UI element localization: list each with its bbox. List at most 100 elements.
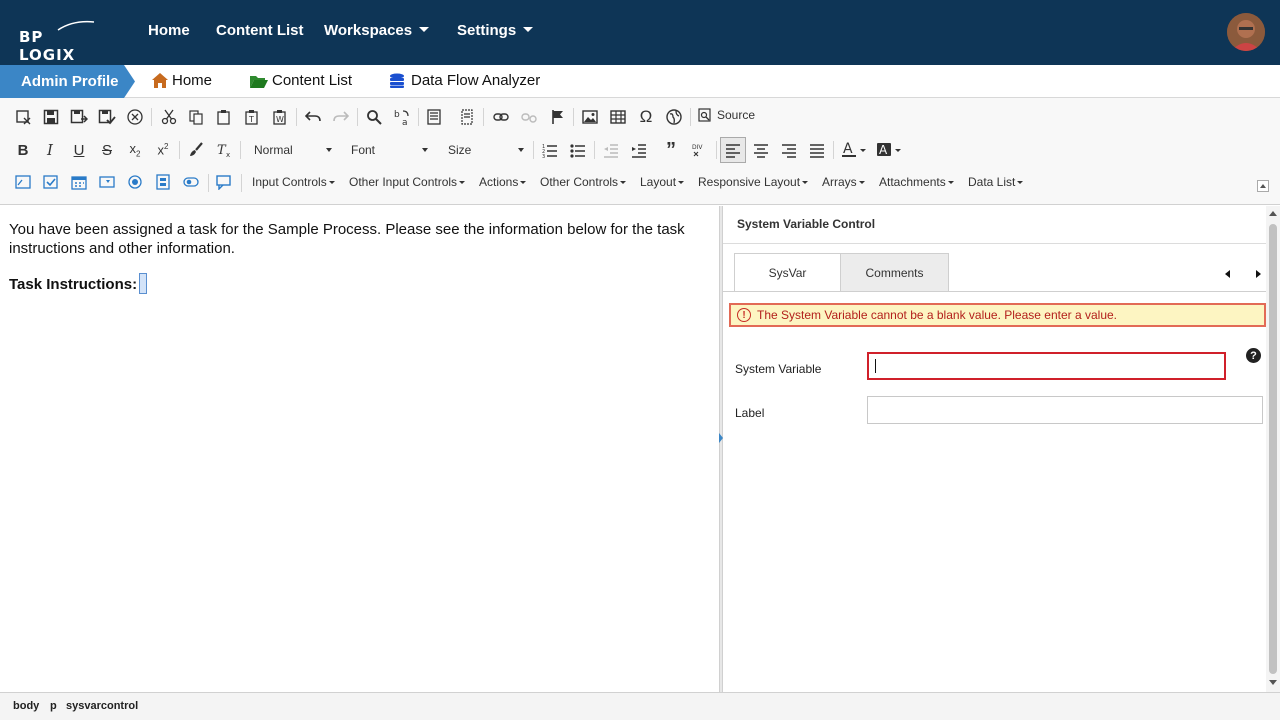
nav-workspaces[interactable]: Workspaces bbox=[324, 22, 430, 39]
save-check-button[interactable] bbox=[96, 106, 118, 128]
menu-actions[interactable]: Actions bbox=[479, 175, 527, 189]
menu-input-controls[interactable]: Input Controls bbox=[252, 175, 335, 189]
menu-data-list[interactable]: Data List bbox=[968, 175, 1024, 189]
paste-text-button[interactable]: T bbox=[241, 106, 263, 128]
size-select[interactable]: Size bbox=[448, 139, 524, 161]
tab-prev-icon[interactable] bbox=[1225, 270, 1230, 278]
paste-word-button[interactable]: W bbox=[269, 106, 291, 128]
background-color-button[interactable]: A bbox=[875, 139, 903, 161]
help-icon[interactable]: ? bbox=[1246, 348, 1261, 363]
new-page-button[interactable] bbox=[12, 106, 34, 128]
numbered-list-button[interactable]: 123 bbox=[539, 139, 561, 161]
subscript-button[interactable]: x2 bbox=[124, 139, 146, 161]
nav-settings[interactable]: Settings bbox=[457, 22, 534, 39]
save-icon bbox=[43, 109, 59, 125]
format-select[interactable]: Normal bbox=[254, 139, 332, 161]
path-item-sysvarcontrol[interactable]: sysvarcontrol bbox=[66, 700, 138, 712]
close-circle-icon bbox=[127, 109, 143, 125]
breadcrumb-data-flow-analyzer[interactable]: Data Flow Analyzer bbox=[389, 72, 540, 89]
tab-comments[interactable]: Comments bbox=[840, 253, 949, 291]
blockquote-button[interactable]: ” bbox=[660, 139, 682, 161]
scrollbar-thumb[interactable] bbox=[1269, 224, 1277, 674]
save-as-button[interactable] bbox=[68, 106, 90, 128]
checkbox-control-icon[interactable] bbox=[43, 174, 59, 190]
align-left-button[interactable] bbox=[720, 137, 746, 163]
special-char-button[interactable]: Ω bbox=[635, 106, 657, 128]
textbox-control-icon[interactable] bbox=[15, 174, 31, 190]
collapse-toolbar-button[interactable] bbox=[1257, 180, 1269, 192]
breadcrumb-admin-profile[interactable]: Admin Profile bbox=[0, 65, 135, 98]
menu-layout[interactable]: Layout bbox=[640, 175, 685, 189]
underline-button[interactable]: U bbox=[68, 139, 90, 161]
align-right-button[interactable] bbox=[778, 139, 800, 161]
sysvar-control-placeholder[interactable] bbox=[139, 273, 148, 294]
toolbar-separator bbox=[179, 141, 180, 159]
outdent-button[interactable] bbox=[600, 139, 622, 161]
calendar-control-icon[interactable] bbox=[71, 174, 87, 190]
editor-content-area[interactable]: You have been assigned a task for the Sa… bbox=[0, 206, 719, 692]
menu-responsive-layout[interactable]: Responsive Layout bbox=[698, 175, 809, 189]
strikethrough-button[interactable]: S bbox=[96, 139, 118, 161]
scroll-up-icon[interactable] bbox=[1269, 211, 1277, 216]
iframe-button[interactable] bbox=[663, 106, 685, 128]
breadcrumb-home[interactable]: Home bbox=[152, 72, 212, 89]
menu-arrays-label: Arrays bbox=[822, 175, 857, 189]
undo-button[interactable] bbox=[302, 106, 324, 128]
comment-control-icon[interactable] bbox=[215, 174, 231, 190]
find-button[interactable] bbox=[363, 106, 385, 128]
justify-button[interactable] bbox=[806, 139, 828, 161]
label-input[interactable] bbox=[867, 396, 1263, 424]
tab-sysvar[interactable]: SysVar bbox=[734, 253, 841, 291]
tab-next-icon[interactable] bbox=[1256, 270, 1261, 278]
copy-button[interactable] bbox=[185, 106, 207, 128]
italic-icon: I bbox=[47, 141, 53, 159]
path-item-p[interactable]: p bbox=[50, 700, 57, 712]
grid-control-icon[interactable] bbox=[155, 174, 171, 190]
image-button[interactable] bbox=[579, 106, 601, 128]
nav-home[interactable]: Home bbox=[148, 22, 190, 39]
bullet-list-button[interactable] bbox=[567, 139, 589, 161]
copy-format-button[interactable] bbox=[185, 139, 207, 161]
dropdown-control-icon[interactable] bbox=[99, 174, 115, 190]
menu-attachments-label: Attachments bbox=[879, 175, 946, 189]
source-button[interactable]: Source bbox=[698, 108, 755, 122]
indent-button[interactable] bbox=[628, 139, 650, 161]
paste-button[interactable] bbox=[213, 106, 235, 128]
toolbar-separator bbox=[208, 174, 209, 192]
remove-format-button[interactable]: Tx bbox=[213, 139, 235, 161]
menu-other-controls[interactable]: Other Controls bbox=[540, 175, 627, 189]
unlink-button[interactable] bbox=[518, 106, 540, 128]
path-item-body[interactable]: body bbox=[13, 700, 39, 712]
font-select[interactable]: Font bbox=[351, 139, 428, 161]
cancel-button[interactable] bbox=[124, 106, 146, 128]
system-variable-input[interactable] bbox=[867, 352, 1226, 380]
show-blocks-button[interactable] bbox=[456, 106, 478, 128]
bold-button[interactable]: B bbox=[12, 139, 34, 161]
radio-control-icon[interactable] bbox=[127, 174, 143, 190]
template-button[interactable] bbox=[423, 106, 445, 128]
toolbar-separator bbox=[594, 141, 595, 159]
save-button[interactable] bbox=[40, 106, 62, 128]
panel-scrollbar[interactable] bbox=[1266, 206, 1280, 692]
cut-button[interactable] bbox=[158, 106, 180, 128]
toggle-control-icon[interactable] bbox=[183, 174, 199, 190]
menu-attachments[interactable]: Attachments bbox=[879, 175, 954, 189]
replace-button[interactable]: ba bbox=[391, 106, 413, 128]
menu-arrays[interactable]: Arrays bbox=[822, 175, 865, 189]
nav-content-list[interactable]: Content List bbox=[216, 22, 304, 39]
table-button[interactable] bbox=[607, 106, 629, 128]
bp-logix-logo[interactable]: BP LOGIX bbox=[18, 18, 104, 64]
scroll-down-icon[interactable] bbox=[1269, 680, 1277, 685]
menu-other-input-controls[interactable]: Other Input Controls bbox=[349, 175, 466, 189]
underline-icon: U bbox=[73, 141, 85, 159]
italic-button[interactable]: I bbox=[39, 139, 61, 161]
redo-button[interactable] bbox=[330, 106, 352, 128]
breadcrumb-content-list[interactable]: Content List bbox=[250, 72, 352, 89]
align-center-button[interactable] bbox=[750, 139, 772, 161]
link-button[interactable] bbox=[490, 106, 512, 128]
anchor-button[interactable] bbox=[547, 106, 569, 128]
div-button[interactable]: DIV bbox=[689, 139, 711, 161]
user-avatar[interactable] bbox=[1227, 13, 1265, 51]
text-color-button[interactable]: A bbox=[840, 139, 868, 161]
superscript-button[interactable]: x2 bbox=[152, 139, 174, 161]
